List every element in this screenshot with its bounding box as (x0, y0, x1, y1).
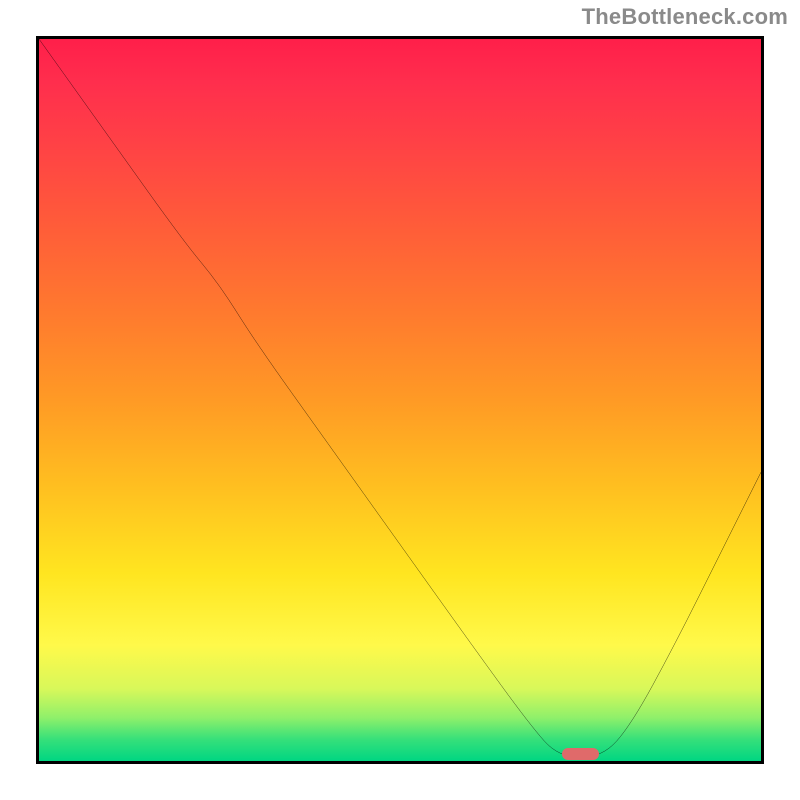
watermark-label: TheBottleneck.com (582, 4, 788, 30)
optimum-marker (562, 748, 598, 760)
bottleneck-curve (39, 39, 761, 761)
chart-frame (36, 36, 764, 764)
